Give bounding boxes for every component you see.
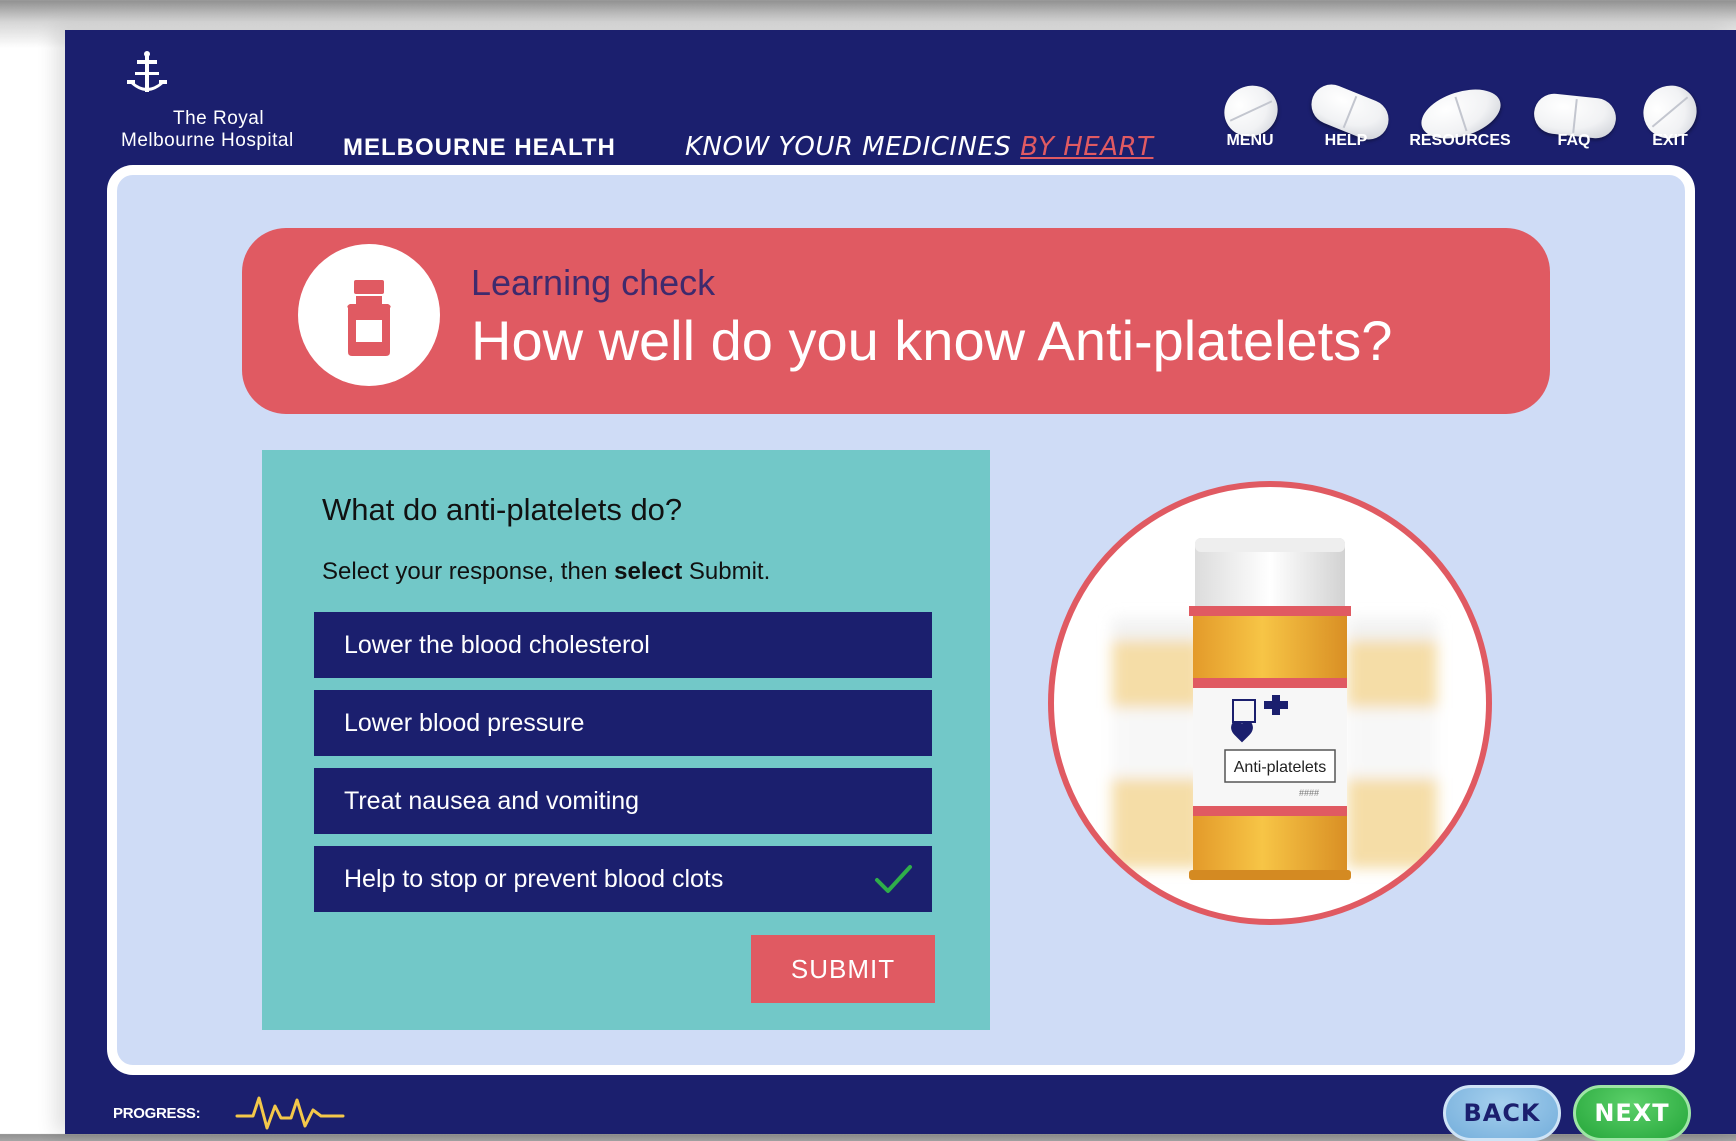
logo-text-line2: Melbourne Hospital [121,130,294,151]
crest-icon [127,51,167,92]
header: The Royal Melbourne Hospital MELBOURNE H… [65,30,1736,162]
answer-option-label: Help to stop or prevent blood clots [344,865,724,893]
medicine-bottle-image: Anti-platelets #### [1048,481,1492,925]
app-window: The Royal Melbourne Hospital MELBOURNE H… [65,30,1736,1141]
logo-text-line1: The Royal [173,108,265,129]
nav-menu-label: MENU [1226,132,1274,149]
course-title-accent: BY HEART [1020,132,1154,162]
nav-exit-button[interactable]: EXIT [1620,48,1720,158]
nav-resources-label: RESOURCES [1409,132,1511,149]
checkmark-icon [875,865,912,893]
hospital-logo: The Royal Melbourne Hospital [121,50,321,151]
bottle-label-text: Anti-platelets [1234,759,1327,776]
answer-option[interactable]: Treat nausea and vomiting [314,768,932,834]
nav-help-button[interactable]: HELP [1296,48,1396,158]
org-name: MELBOURNE HEALTH [343,134,616,161]
back-button[interactable]: BACK [1443,1085,1561,1141]
nav-exit-label: EXIT [1652,132,1688,149]
answer-option-label: Lower the blood cholesterol [344,631,650,659]
question-instruction: Select your response, then select Submit… [322,558,770,586]
answer-option-label: Treat nausea and vomiting [344,787,640,815]
nav-menu-button[interactable]: MENU [1200,48,1300,158]
answer-option[interactable]: Lower blood pressure [314,690,932,756]
content-panel: Learning check How well do you know Anti… [107,165,1695,1075]
nav-faq-button[interactable]: FAQ [1524,48,1624,158]
instruction-text-post: Submit. [682,558,771,585]
course-title-main: KNOW YOUR MEDICINES [685,132,1021,162]
progress-label: PROGRESS: [113,1105,201,1122]
bottle-sublabel-text: #### [1299,788,1319,798]
banner-title: How well do you know Anti-platelets? [471,309,1393,372]
answer-option[interactable]: Lower the blood cholesterol [314,612,932,678]
answer-option-selected[interactable]: Help to stop or prevent blood clots [314,846,932,912]
nav-faq-label: FAQ [1557,132,1591,149]
next-button[interactable]: NEXT [1573,1085,1691,1141]
instruction-text-bold: select [614,558,683,585]
submit-button[interactable]: SUBMIT [751,935,935,1003]
nav-help-label: HELP [1324,132,1368,149]
learning-check-banner: Learning check How well do you know Anti… [242,228,1550,414]
question-title: What do anti-platelets do? [322,492,683,527]
banner-kicker: Learning check [471,262,716,303]
course-title: KNOW YOUR MEDICINES BY HEART [685,132,1153,162]
nav-resources-button[interactable]: RESOURCES [1396,48,1524,158]
question-card: What do anti-platelets do? Select your r… [262,450,990,1030]
top-nav: MENU HELP RESOURCES FAQ EXIT [1200,48,1720,158]
instruction-text-pre: Select your response, then [322,558,615,585]
heartbeat-icon [235,1096,345,1130]
medicine-bottle-icon [298,244,440,386]
answer-option-label: Lower blood pressure [344,709,585,737]
